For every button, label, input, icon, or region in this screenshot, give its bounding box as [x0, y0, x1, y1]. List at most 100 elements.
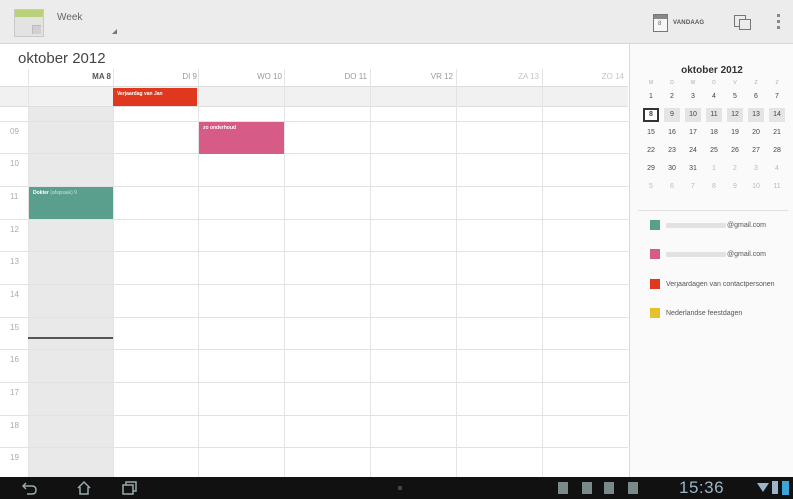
select-calendars-icon[interactable]	[734, 13, 752, 31]
mini-day[interactable]: 7	[685, 180, 701, 194]
mini-day[interactable]: 22	[643, 144, 659, 158]
overflow-menu-icon[interactable]	[776, 14, 782, 32]
mini-day[interactable]: 3	[685, 90, 701, 104]
all-day-band[interactable]	[0, 87, 628, 107]
mini-day[interactable]: 13	[748, 108, 764, 122]
mini-day[interactable]: 25	[706, 144, 722, 158]
calendar-label: @gmail.com	[727, 221, 767, 229]
hour-row: 16	[0, 349, 628, 381]
mini-day[interactable]: 31	[685, 162, 701, 176]
mini-day[interactable]: 4	[706, 90, 722, 104]
mini-day[interactable]: 10	[748, 180, 764, 194]
calendar-color-swatch	[650, 249, 660, 259]
mini-day[interactable]: 30	[664, 162, 680, 176]
event-maintenance[interactable]: zo onderhoud	[199, 122, 284, 154]
mini-day[interactable]: 5	[643, 180, 659, 194]
hour-row: 10	[0, 153, 628, 185]
mini-day[interactable]: 3	[748, 162, 764, 176]
recent-apps-icon[interactable]	[122, 480, 138, 496]
day-header-tue[interactable]: DI 9	[117, 72, 197, 81]
hour-row: 18	[0, 415, 628, 447]
day-header-mon[interactable]: MA 8	[31, 72, 111, 81]
mini-day[interactable]: 2	[727, 162, 743, 176]
mini-day[interactable]: 9	[727, 180, 743, 194]
mini-day[interactable]: 17	[685, 126, 701, 140]
mini-day[interactable]: 16	[664, 126, 680, 140]
view-selector[interactable]: Week	[57, 12, 117, 34]
column-divider	[456, 69, 457, 477]
mini-day[interactable]: 12	[727, 108, 743, 122]
mini-day[interactable]: 24	[685, 144, 701, 158]
calendar-list-item[interactable]: Nederlandse feestdagen	[650, 306, 790, 320]
mini-dow: Z	[754, 80, 758, 86]
mini-day[interactable]: 9	[664, 108, 680, 122]
mini-day[interactable]: 15	[643, 126, 659, 140]
mini-day[interactable]: 20	[748, 126, 764, 140]
column-divider	[284, 69, 285, 477]
day-header-sat[interactable]: ZA 13	[459, 72, 539, 81]
mini-day[interactable]: 11	[706, 108, 722, 122]
mini-day[interactable]: 29	[643, 162, 659, 176]
event-birthday[interactable]: Verjaardag van Jan	[113, 88, 197, 106]
event-doctor[interactable]: Dokter (afspraak) 9	[29, 187, 113, 219]
mini-day[interactable]: 23	[664, 144, 680, 158]
day-header-wed[interactable]: WO 10	[202, 72, 282, 81]
day-header-thu[interactable]: DO 11	[287, 72, 367, 81]
mini-day[interactable]: 14	[769, 108, 785, 122]
mini-day[interactable]: 27	[748, 144, 764, 158]
notification-icon[interactable]	[604, 482, 614, 494]
hour-label: 10	[10, 159, 19, 168]
wifi-icon	[757, 483, 769, 492]
mini-day[interactable]: 1	[643, 90, 659, 104]
calendar-app-icon[interactable]	[14, 9, 44, 37]
mini-day[interactable]: 8	[706, 180, 722, 194]
hour-row: 12	[0, 219, 628, 251]
calendar-label: Verjaardagen van contactpersonen	[666, 280, 775, 288]
today-button[interactable]: 8 VANDAAG	[653, 12, 717, 34]
calendar-color-swatch	[650, 220, 660, 230]
mini-day[interactable]: 5	[727, 90, 743, 104]
screenshot-icon[interactable]	[558, 482, 568, 494]
mini-day[interactable]: 6	[748, 90, 764, 104]
mini-day[interactable]: 4	[769, 162, 785, 176]
home-icon[interactable]	[76, 480, 92, 496]
mini-day[interactable]: 21	[769, 126, 785, 140]
mini-day[interactable]: 28	[769, 144, 785, 158]
calendar-list-item[interactable]: @gmail.com	[650, 218, 790, 232]
mini-day[interactable]: 6	[664, 180, 680, 194]
sd-card-icon[interactable]	[628, 482, 638, 494]
mini-day[interactable]: 7	[769, 90, 785, 104]
mini-dow: Z	[775, 80, 779, 86]
today-button-label: VANDAAG	[673, 20, 705, 26]
mini-day[interactable]: 19	[727, 126, 743, 140]
hour-row: 09	[0, 121, 628, 153]
mini-dow: D	[712, 80, 716, 86]
mini-day[interactable]: 2	[664, 90, 680, 104]
mini-dow: V	[733, 80, 737, 86]
calendar-list-item[interactable]: @gmail.com	[650, 247, 790, 261]
day-header-fri[interactable]: VR 12	[373, 72, 453, 81]
mini-day[interactable]: 18	[706, 126, 722, 140]
hour-row: 17	[0, 382, 628, 414]
event-title: Dokter	[33, 190, 49, 196]
column-divider	[370, 69, 371, 477]
back-icon[interactable]	[22, 480, 38, 496]
spinner-arrow-icon	[112, 29, 117, 34]
menu-dot-icon[interactable]	[398, 486, 402, 490]
hour-label: 16	[10, 355, 19, 364]
calendar-list-item[interactable]: Verjaardagen van contactpersonen	[650, 277, 790, 291]
hour-grid[interactable]: 09 10 11 12 13 14 15 16 17 18 19	[0, 107, 628, 477]
mini-day[interactable]: 10	[685, 108, 701, 122]
mini-day-selected[interactable]: 8	[643, 108, 659, 122]
event-title: zo onderhoud	[203, 125, 237, 131]
day-header-sun[interactable]: ZO 14	[544, 72, 624, 81]
mini-day[interactable]: 11	[769, 180, 785, 194]
status-clock[interactable]: 15:36	[679, 478, 724, 498]
download-icon[interactable]	[582, 482, 592, 494]
hour-label: 19	[10, 453, 19, 462]
mini-day[interactable]: 1	[706, 162, 722, 176]
hour-label: 12	[10, 225, 19, 234]
mini-day[interactable]: 26	[727, 144, 743, 158]
month-title: oktober 2012	[18, 50, 106, 67]
hour-label: 18	[10, 421, 19, 430]
